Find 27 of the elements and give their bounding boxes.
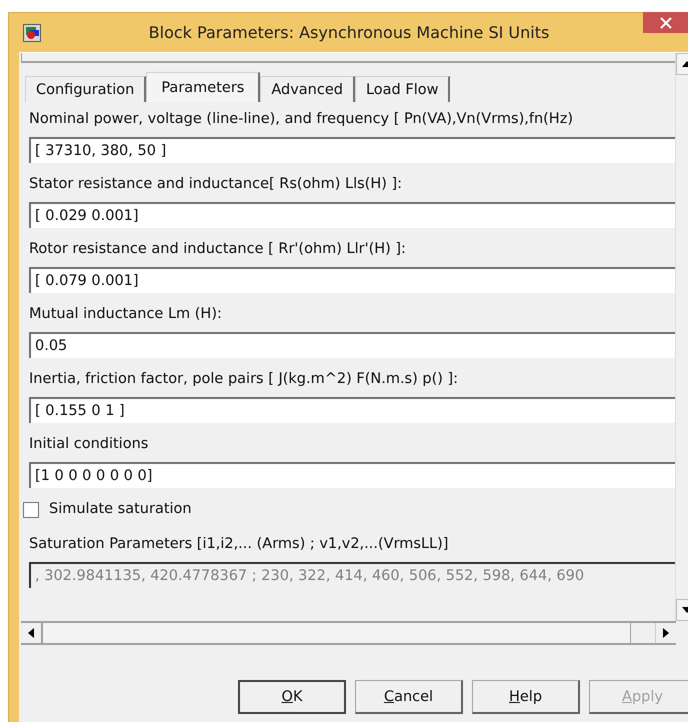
- parameter-label: Mutual inductance Lm (H):: [29, 305, 223, 324]
- input-field[interactable]: [ 0.079 0.001]: [29, 267, 675, 293]
- dialog-button[interactable]: Cancel: [355, 680, 463, 714]
- close-icon[interactable]: [660, 16, 672, 28]
- block-icon: [23, 24, 41, 42]
- horizontal-scrollbar[interactable]: [21, 621, 676, 645]
- parameter-label: Initial conditions: [29, 435, 150, 454]
- window-title: Block Parameters: Asynchronous Machine SI Units: [148, 23, 550, 42]
- parameter-label: Nominal power, voltage (line-line), and frequency [ Pn(VA),Vn(Vrms),fn(Hz): [29, 110, 574, 129]
- input-field[interactable]: [1 0 0 0 0 0 0 0]: [29, 462, 675, 488]
- parameter-label: Stator resistance and inductance[ Rs(ohm) Lls(H) ]:: [29, 175, 404, 194]
- input-field[interactable]: [ 0.029 0.001]: [29, 202, 675, 228]
- checkbox[interactable]: [23, 502, 39, 518]
- tab[interactable]: Advanced: [260, 76, 355, 102]
- parameter-label: Inertia, friction factor, pole pairs [ J(kg.m^2) F(N.m.s) p() ]:: [29, 370, 460, 389]
- parameter-label: Saturation Parameters [i1,i2,... (Arms) ; v1,v2,...(VrmsLL)]: [29, 535, 450, 554]
- input-field[interactable]: [ 37310, 380, 50 ]: [29, 137, 675, 163]
- input-field[interactable]: 0.05: [29, 332, 675, 358]
- parameter-label: Rotor resistance and inductance [ Rr'(ohm) Llr'(H) ]:: [29, 240, 407, 259]
- input-field[interactable]: [ 0.155 0 1 ]: [29, 397, 675, 423]
- dialog-button[interactable]: OK: [238, 680, 346, 714]
- tab[interactable]: Parameters: [146, 72, 260, 102]
- dialog-button[interactable]: Help: [472, 680, 580, 714]
- tab[interactable]: Load Flow: [354, 76, 450, 102]
- close-button[interactable]: [643, 12, 688, 33]
- tab[interactable]: Configuration: [25, 76, 146, 102]
- checkbox-label: Simulate saturation: [49, 500, 192, 519]
